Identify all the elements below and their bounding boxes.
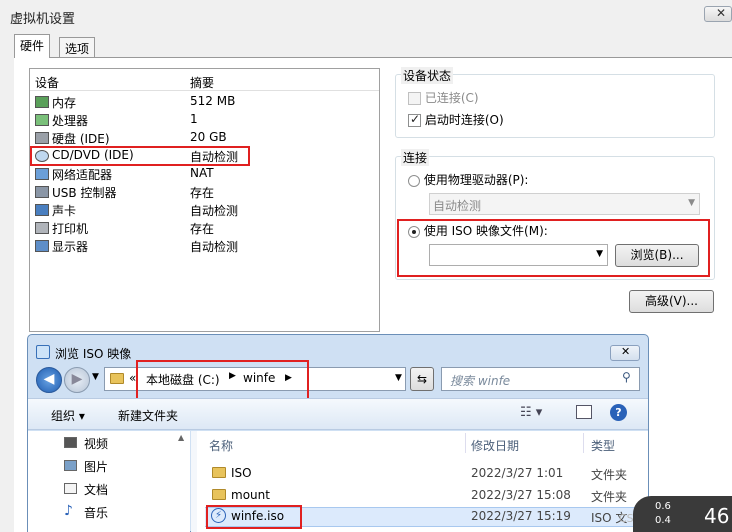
iso-label: 使用 ISO 映像文件(M): bbox=[423, 224, 548, 238]
physical-drive-select[interactable]: 自动检测 ▼ bbox=[429, 193, 700, 215]
device-row-usb[interactable]: USB 控制器 存在 bbox=[35, 183, 375, 201]
cpu-icon bbox=[35, 114, 49, 126]
close-icon: ✕ bbox=[716, 6, 727, 20]
file-row-date: 2022/3/27 15:19 bbox=[471, 509, 571, 523]
overlay-percent: 46 bbox=[704, 504, 730, 528]
file-row-date: 2022/3/27 15:08 bbox=[471, 488, 571, 502]
folder-icon bbox=[212, 489, 226, 500]
connect-on-power-label: 启动时连接(O) bbox=[424, 113, 504, 127]
device-column-header[interactable]: 设备 bbox=[35, 74, 59, 91]
connected-checkbox-row[interactable]: 已连接(C) bbox=[408, 89, 479, 106]
video-icon bbox=[64, 437, 77, 448]
memory-icon bbox=[35, 96, 49, 108]
overlay-download: 0.4 bbox=[655, 515, 671, 526]
advanced-button[interactable]: 高级(V)... bbox=[629, 290, 714, 313]
connection-label: 连接 bbox=[401, 149, 430, 166]
device-row-memory[interactable]: 内存 512 MB bbox=[35, 93, 375, 111]
documents-icon bbox=[64, 483, 77, 494]
sidebar-item-music[interactable]: 音乐 bbox=[84, 504, 108, 521]
view-options-button[interactable]: ☷ ▾ bbox=[520, 405, 542, 420]
file-row-name[interactable]: mount bbox=[231, 488, 270, 502]
chevron-down-icon: ▼ bbox=[596, 249, 603, 259]
refresh-button[interactable]: ⇆ bbox=[410, 367, 434, 391]
folder-icon bbox=[212, 467, 226, 478]
performance-overlay: 0.6 0.4 46 bbox=[633, 496, 732, 532]
device-status-label: 设备状态 bbox=[401, 67, 454, 84]
folder-icon bbox=[110, 373, 124, 384]
pictures-icon bbox=[64, 460, 77, 471]
chevron-down-icon: ▼ bbox=[688, 198, 695, 208]
music-icon: ♪ bbox=[64, 503, 73, 519]
window-close-button[interactable]: ✕ bbox=[704, 6, 732, 22]
forward-arrow-icon: ▶ bbox=[71, 371, 83, 387]
sidebar-item-video[interactable]: 视频 bbox=[84, 435, 108, 452]
device-row-hard-disk[interactable]: 硬盘 (IDE) 20 GB bbox=[35, 129, 375, 147]
back-arrow-icon: ◀ bbox=[43, 371, 55, 387]
chevron-down-icon: ▼ bbox=[395, 373, 402, 383]
device-row-sound[interactable]: 声卡 自动检测 bbox=[35, 201, 375, 219]
help-icon: ? bbox=[615, 406, 622, 419]
summary-column-header[interactable]: 摘要 bbox=[190, 74, 214, 91]
iso-radio[interactable] bbox=[408, 225, 420, 238]
device-row-monitor[interactable]: 显示器 自动检测 bbox=[35, 237, 375, 255]
connect-on-power-checkbox[interactable] bbox=[408, 112, 421, 127]
sidebar-item-pictures[interactable]: 图片 bbox=[84, 458, 108, 475]
printer-icon bbox=[35, 222, 49, 234]
connected-label: 已连接(C) bbox=[424, 91, 479, 105]
search-icon: ⚲ bbox=[622, 370, 631, 384]
file-row-type: 文件夹 bbox=[591, 468, 628, 482]
device-row-cpu[interactable]: 处理器 1 bbox=[35, 111, 375, 129]
sound-icon bbox=[35, 204, 49, 216]
view-list-icon: ☷ ▾ bbox=[520, 405, 543, 420]
file-row-type: 文件夹 bbox=[591, 490, 628, 504]
network-icon bbox=[35, 168, 49, 180]
new-folder-button[interactable]: 新建文件夹 bbox=[118, 407, 178, 424]
column-header-name[interactable]: 名称 bbox=[209, 437, 233, 454]
cd-dvd-highlight bbox=[30, 146, 250, 166]
search-input[interactable]: 搜索 winfe ⚲ bbox=[441, 367, 640, 391]
forward-button[interactable]: ▶ bbox=[64, 367, 90, 393]
back-button[interactable]: ◀ bbox=[36, 367, 62, 393]
connect-on-power-row[interactable]: 启动时连接(O) bbox=[408, 111, 504, 128]
dialog-app-icon bbox=[36, 345, 50, 359]
physical-drive-radio[interactable] bbox=[408, 174, 420, 187]
sidebar-item-documents[interactable]: 文档 bbox=[84, 481, 108, 498]
history-dropdown[interactable]: ▼ bbox=[92, 372, 99, 382]
device-row-network[interactable]: 网络适配器 NAT bbox=[35, 165, 375, 183]
connected-checkbox[interactable] bbox=[408, 92, 421, 105]
chevron-down-icon: ▼ bbox=[92, 372, 99, 382]
browse-button[interactable]: 浏览(B)... bbox=[615, 244, 699, 267]
iso-radio-row[interactable]: 使用 ISO 映像文件(M): bbox=[408, 222, 548, 239]
tab-hardware[interactable]: 硬件 bbox=[14, 34, 51, 58]
preview-pane-button[interactable] bbox=[576, 405, 592, 419]
header-divider bbox=[30, 90, 379, 91]
organize-button[interactable]: 组织 ▾ bbox=[51, 407, 85, 424]
dialog-title: 浏览 ISO 映像 bbox=[55, 347, 132, 361]
help-button[interactable]: ? bbox=[610, 404, 627, 421]
column-divider[interactable] bbox=[465, 433, 466, 453]
address-highlight bbox=[136, 360, 309, 400]
hard-disk-icon bbox=[35, 132, 49, 144]
window-title: 虚拟机设置 bbox=[10, 12, 76, 27]
column-header-type[interactable]: 类型 bbox=[591, 437, 615, 454]
iso-path-combo[interactable]: ▼ bbox=[429, 244, 608, 266]
usb-icon bbox=[35, 186, 49, 198]
overlay-upload: 0.6 bbox=[655, 501, 671, 512]
file-row-name[interactable]: ISO bbox=[231, 466, 252, 480]
file-row-date: 2022/3/27 1:01 bbox=[471, 466, 564, 480]
monitor-icon bbox=[35, 240, 49, 252]
navigation-pane bbox=[28, 431, 190, 532]
dialog-close-button[interactable]: ✕ bbox=[610, 345, 640, 361]
iso-file-highlight bbox=[206, 505, 302, 529]
physical-drive-radio-row[interactable]: 使用物理驱动器(P): bbox=[408, 171, 528, 188]
physical-drive-label: 使用物理驱动器(P): bbox=[423, 173, 529, 187]
refresh-icon: ⇆ bbox=[416, 372, 428, 386]
close-icon: ✕ bbox=[621, 345, 631, 358]
column-header-date[interactable]: 修改日期 bbox=[471, 437, 519, 454]
column-divider[interactable] bbox=[583, 433, 584, 453]
scroll-up-icon[interactable]: ▲ bbox=[178, 433, 184, 442]
device-row-printer[interactable]: 打印机 存在 bbox=[35, 219, 375, 237]
tab-options[interactable]: 选项 bbox=[59, 37, 96, 57]
